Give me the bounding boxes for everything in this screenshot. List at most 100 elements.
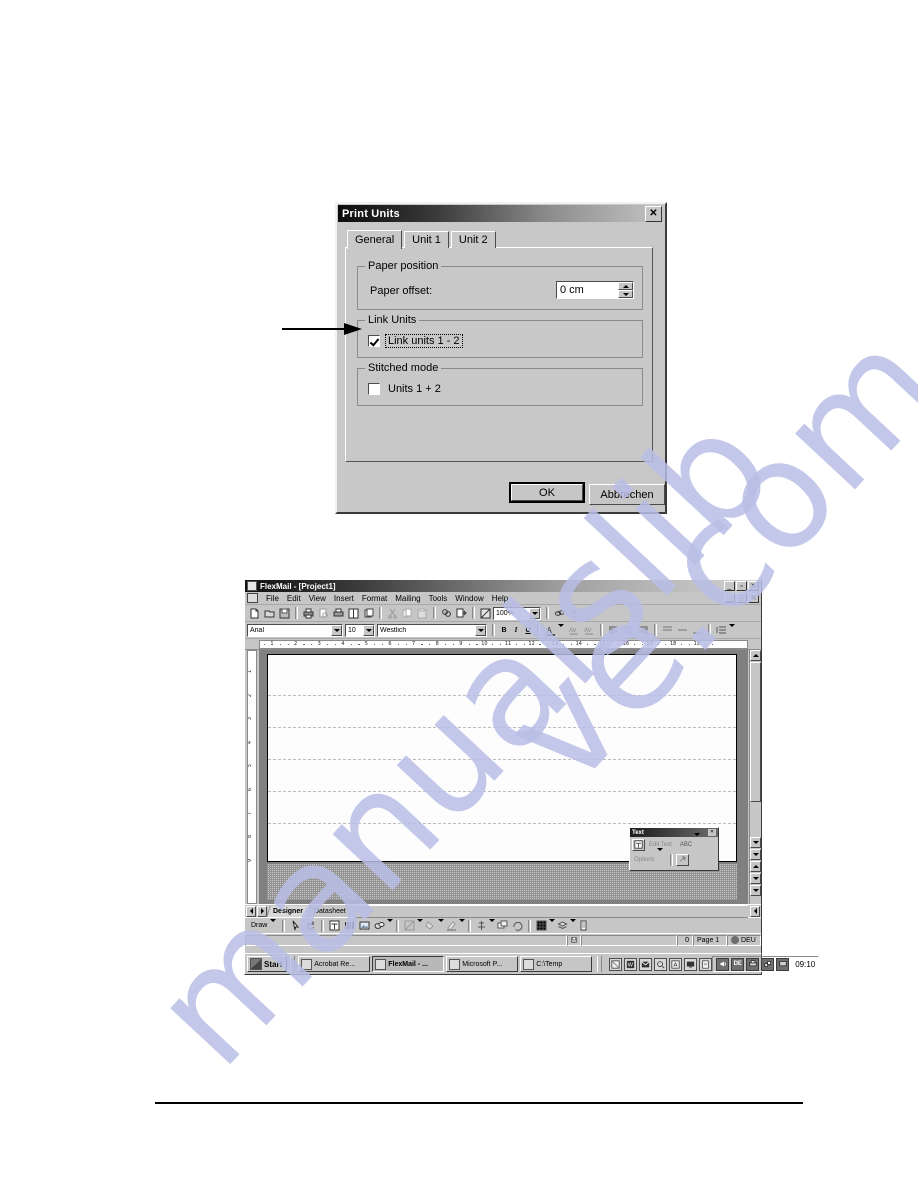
mdi-restore-icon[interactable]: ▫: [736, 593, 747, 603]
task-button-flexmail[interactable]: FlexMail - ...: [372, 956, 445, 972]
restore-icon[interactable]: ▫: [736, 581, 747, 591]
insert-picture-icon[interactable]: [357, 918, 372, 933]
link-icon[interactable]: [552, 606, 566, 620]
close-icon[interactable]: ✕: [645, 205, 662, 222]
scroll-down-small-icon[interactable]: [750, 873, 761, 884]
align-middle-icon[interactable]: [675, 623, 689, 637]
new-icon[interactable]: [247, 606, 261, 620]
tab-scroll-left-icon[interactable]: [246, 905, 256, 917]
tab-unit-1[interactable]: Unit 1: [404, 231, 449, 248]
task-button-explorer[interactable]: C:\Temp: [520, 956, 593, 972]
insert-shape-icon[interactable]: [372, 918, 387, 933]
align-right-icon[interactable]: [636, 623, 650, 637]
mdi-minimize-icon[interactable]: _: [724, 593, 735, 603]
tab-scroll-right-icon[interactable]: [257, 905, 267, 917]
menu-mailing[interactable]: Mailing: [391, 594, 424, 603]
stitched-mode-checkbox[interactable]: [368, 383, 380, 395]
zoom-icon[interactable]: [478, 606, 492, 620]
merge-icon[interactable]: [454, 606, 468, 620]
spinner-down-icon[interactable]: [618, 290, 633, 298]
cancel-button[interactable]: Abbrechen: [589, 484, 665, 505]
start-button[interactable]: Start: [247, 956, 288, 972]
line-color-dropdown-icon[interactable]: [459, 919, 466, 929]
dialog-title-bar[interactable]: Print Units ✕: [338, 205, 664, 222]
link-units-checkbox-label[interactable]: Link units 1 - 2: [385, 334, 463, 348]
insert-text-icon[interactable]: [327, 918, 342, 933]
line-spacing-dropdown-icon[interactable]: [729, 623, 735, 634]
align-center-icon[interactable]: [621, 623, 635, 637]
task-button-powerpoint[interactable]: Microsoft P...: [446, 956, 519, 972]
underline-button[interactable]: U: [522, 627, 534, 634]
ql-mail-icon[interactable]: [639, 957, 653, 971]
paste-icon[interactable]: [415, 606, 429, 620]
font-color-icon[interactable]: A: [543, 623, 557, 637]
tab-unit-2[interactable]: Unit 2: [450, 231, 496, 248]
paper-offset-field[interactable]: 0 cm: [556, 281, 634, 299]
vertical-ruler[interactable]: 1 2 3 4 5 6 7 8 9: [247, 650, 257, 904]
language-indicator[interactable]: DE: [731, 957, 745, 971]
print-setup-icon[interactable]: [331, 606, 345, 620]
document-icon[interactable]: [247, 593, 258, 603]
order-objects-icon[interactable]: [495, 918, 510, 933]
ql-search-icon[interactable]: [654, 957, 668, 971]
draw-menu-button[interactable]: Draw: [248, 919, 279, 929]
abc-label[interactable]: ABC: [678, 842, 694, 848]
stitched-mode-checkbox-label[interactable]: Units 1 + 2: [386, 383, 443, 395]
task-button-acrobat[interactable]: Acrobat Re...: [298, 956, 371, 972]
font-color-dropdown-icon[interactable]: [558, 623, 564, 634]
ql-task-icon[interactable]: [699, 957, 713, 971]
link-units-checkbox[interactable]: [368, 335, 380, 347]
rotate-free-icon[interactable]: [510, 918, 525, 933]
address-book-icon[interactable]: [346, 606, 360, 620]
open-icon[interactable]: [262, 606, 276, 620]
scroll-prev-page-icon[interactable]: [750, 837, 761, 848]
italic-button[interactable]: I: [510, 626, 522, 634]
printer-icon[interactable]: [746, 957, 760, 971]
menu-format[interactable]: Format: [358, 594, 391, 603]
stitched-mode-checkbox-row[interactable]: Units 1 + 2: [368, 383, 443, 395]
ql-show-desktop-icon[interactable]: [609, 957, 623, 971]
link-units-checkbox-row[interactable]: Link units 1 - 2: [368, 334, 463, 348]
menu-help[interactable]: Help: [488, 594, 512, 603]
menu-file[interactable]: File: [262, 594, 283, 603]
insert-barcode-icon[interactable]: [342, 918, 357, 933]
fill-pattern-icon[interactable]: [402, 918, 417, 933]
font-size-combo[interactable]: 10: [345, 623, 375, 637]
grid-icon[interactable]: [534, 918, 549, 933]
line-spacing-icon[interactable]: [714, 623, 728, 637]
options-label[interactable]: Options: [632, 857, 657, 863]
align-left-icon[interactable]: [606, 623, 620, 637]
text-palette-title-bar[interactable]: Text ✕: [630, 828, 718, 837]
spinner-up-icon[interactable]: [618, 282, 633, 290]
hscroll-left-icon[interactable]: [750, 905, 760, 917]
copy-icon[interactable]: [400, 606, 414, 620]
horizontal-ruler[interactable]: 1 2 3 4 5 6 7 8 9 10 11 12 13 14 15 16 17 18 19: [245, 639, 761, 650]
abc-dropdown-icon[interactable]: [694, 832, 701, 854]
mdi-close-icon[interactable]: ✕: [748, 593, 759, 603]
save-icon[interactable]: [277, 606, 291, 620]
align-objects-icon[interactable]: [474, 918, 489, 933]
print-icon[interactable]: [301, 606, 315, 620]
chevron-down-icon[interactable]: [529, 607, 540, 619]
chevron-down-icon[interactable]: [363, 624, 374, 636]
format-painter-icon[interactable]: [675, 853, 689, 866]
line-color-icon[interactable]: [444, 918, 459, 933]
clock[interactable]: 09:10: [795, 960, 815, 969]
decrease-spacing-icon[interactable]: AV: [582, 623, 596, 637]
align-bottom-icon[interactable]: [690, 623, 704, 637]
zoom-combo[interactable]: 100%: [493, 606, 541, 620]
menu-view[interactable]: View: [305, 594, 330, 603]
ql-excel-icon[interactable]: W: [624, 957, 638, 971]
layers-icon[interactable]: [555, 918, 570, 933]
monitor-icon[interactable]: [776, 957, 790, 971]
close-icon[interactable]: ✕: [748, 581, 759, 591]
options-dropdown-icon[interactable]: [656, 847, 663, 869]
flexmail-title-bar[interactable]: FlexMail - [Project1] _ ▫ ✕: [245, 580, 761, 592]
cut-icon[interactable]: [385, 606, 399, 620]
script-combo[interactable]: Westlich: [377, 623, 487, 637]
sheet-tab-designer[interactable]: Designer: [268, 905, 309, 917]
sheet-tab-datasheet[interactable]: Datasheet: [309, 906, 352, 917]
print-preview-icon[interactable]: [316, 606, 330, 620]
shape-dropdown-icon[interactable]: [387, 919, 394, 929]
scroll-select-object-icon[interactable]: [750, 849, 761, 860]
